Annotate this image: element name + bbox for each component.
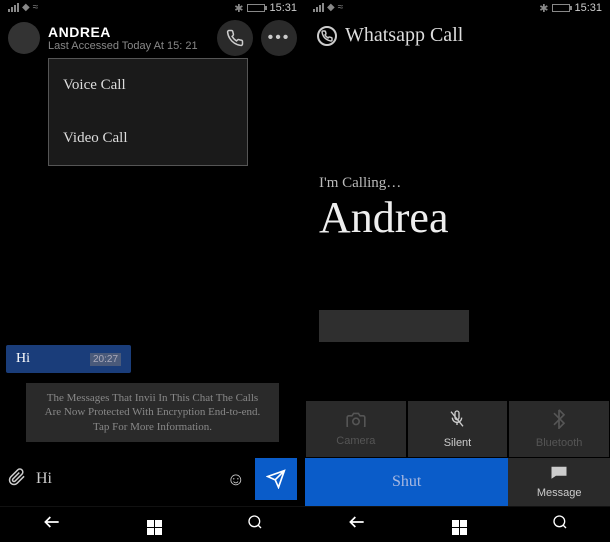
callee-name: Andrea [319, 196, 596, 240]
chat-screen: ◆ ≈ ✱ 15:31 ANDREA Last Accessed Today A… [0, 0, 305, 542]
avatar[interactable] [8, 22, 40, 54]
back-icon [42, 515, 62, 529]
last-seen: Last Accessed Today At 15: 21 [48, 40, 209, 52]
message-time: 20:27 [90, 353, 121, 366]
message-button[interactable]: Message [508, 458, 610, 506]
search-button[interactable] [552, 514, 568, 535]
vibrate-icon: ✱ [539, 2, 548, 15]
call-controls: Camera Silent Bluetooth Shut Message [305, 400, 610, 506]
battery-icon [552, 4, 570, 12]
video-call-option[interactable]: Video Call [49, 112, 247, 165]
message-bubble[interactable]: Hi 20:27 [6, 345, 131, 373]
camera-icon [346, 411, 366, 432]
wifi-icon: ◆ [327, 2, 335, 13]
attach-icon[interactable] [8, 468, 26, 491]
encryption-notice[interactable]: The Messages That Invii In This Chat The… [26, 383, 279, 442]
more-button[interactable]: ••• [261, 20, 297, 56]
wifi-icon-2: ≈ [33, 2, 39, 13]
camera-label: Camera [336, 435, 375, 447]
back-button[interactable] [42, 515, 62, 534]
status-bar: ◆ ≈ ✱ 15:31 [0, 0, 305, 16]
contact-name: ANDREA [48, 24, 209, 40]
send-button[interactable] [255, 458, 297, 500]
message-icon [550, 465, 568, 484]
windows-icon [147, 520, 162, 535]
call-button[interactable] [217, 20, 253, 56]
send-icon [266, 469, 286, 489]
bluetooth-label: Bluetooth [536, 437, 582, 449]
silent-button[interactable]: Silent [407, 400, 509, 458]
camera-button[interactable]: Camera [305, 400, 407, 458]
calling-status: I'm Calling… [319, 175, 596, 192]
bluetooth-icon [553, 409, 565, 434]
home-button[interactable] [452, 514, 467, 535]
home-button[interactable] [147, 514, 162, 535]
phone-icon [226, 29, 244, 47]
mic-off-icon [449, 409, 465, 434]
search-icon [552, 514, 568, 530]
contact-info[interactable]: ANDREA Last Accessed Today At 15: 21 [48, 24, 209, 52]
back-button[interactable] [347, 515, 367, 534]
call-header: Whatsapp Call [305, 16, 610, 55]
message-input[interactable]: Hi [36, 470, 217, 488]
call-type-dropdown: Voice Call Video Call [48, 58, 248, 166]
search-button[interactable] [247, 514, 263, 535]
call-screen: ◆ ≈ ✱ 15:31 Whatsapp Call I'm Calling… A… [305, 0, 610, 542]
silent-label: Silent [444, 437, 472, 449]
signal-icon [8, 3, 19, 12]
wifi-icon: ◆ [22, 2, 30, 13]
whatsapp-icon [317, 26, 337, 46]
call-body: I'm Calling… Andrea [305, 55, 610, 400]
status-time: 15:31 [574, 2, 602, 14]
contact-photo-placeholder [319, 310, 469, 342]
bluetooth-button[interactable]: Bluetooth [508, 400, 610, 458]
chat-header: ANDREA Last Accessed Today At 15: 21 ••• [0, 16, 305, 60]
vibrate-icon: ✱ [234, 2, 243, 15]
windows-icon [452, 520, 467, 535]
battery-icon [247, 4, 265, 12]
status-bar: ◆ ≈ ✱ 15:31 [305, 0, 610, 16]
wifi-icon-2: ≈ [338, 2, 344, 13]
emoji-icon[interactable]: ☺ [227, 469, 245, 490]
back-icon [347, 515, 367, 529]
nav-bar [305, 506, 610, 542]
shut-label: Shut [392, 473, 421, 491]
nav-bar [0, 506, 305, 542]
more-icon: ••• [268, 29, 291, 47]
message-text: Hi [16, 351, 30, 367]
call-header-title: Whatsapp Call [345, 24, 463, 47]
input-bar: Hi ☺ [0, 452, 305, 506]
status-time: 15:31 [269, 2, 297, 14]
search-icon [247, 514, 263, 530]
shut-button[interactable]: Shut [305, 458, 508, 506]
message-label: Message [537, 487, 582, 499]
signal-icon [313, 3, 324, 12]
voice-call-option[interactable]: Voice Call [49, 59, 247, 112]
